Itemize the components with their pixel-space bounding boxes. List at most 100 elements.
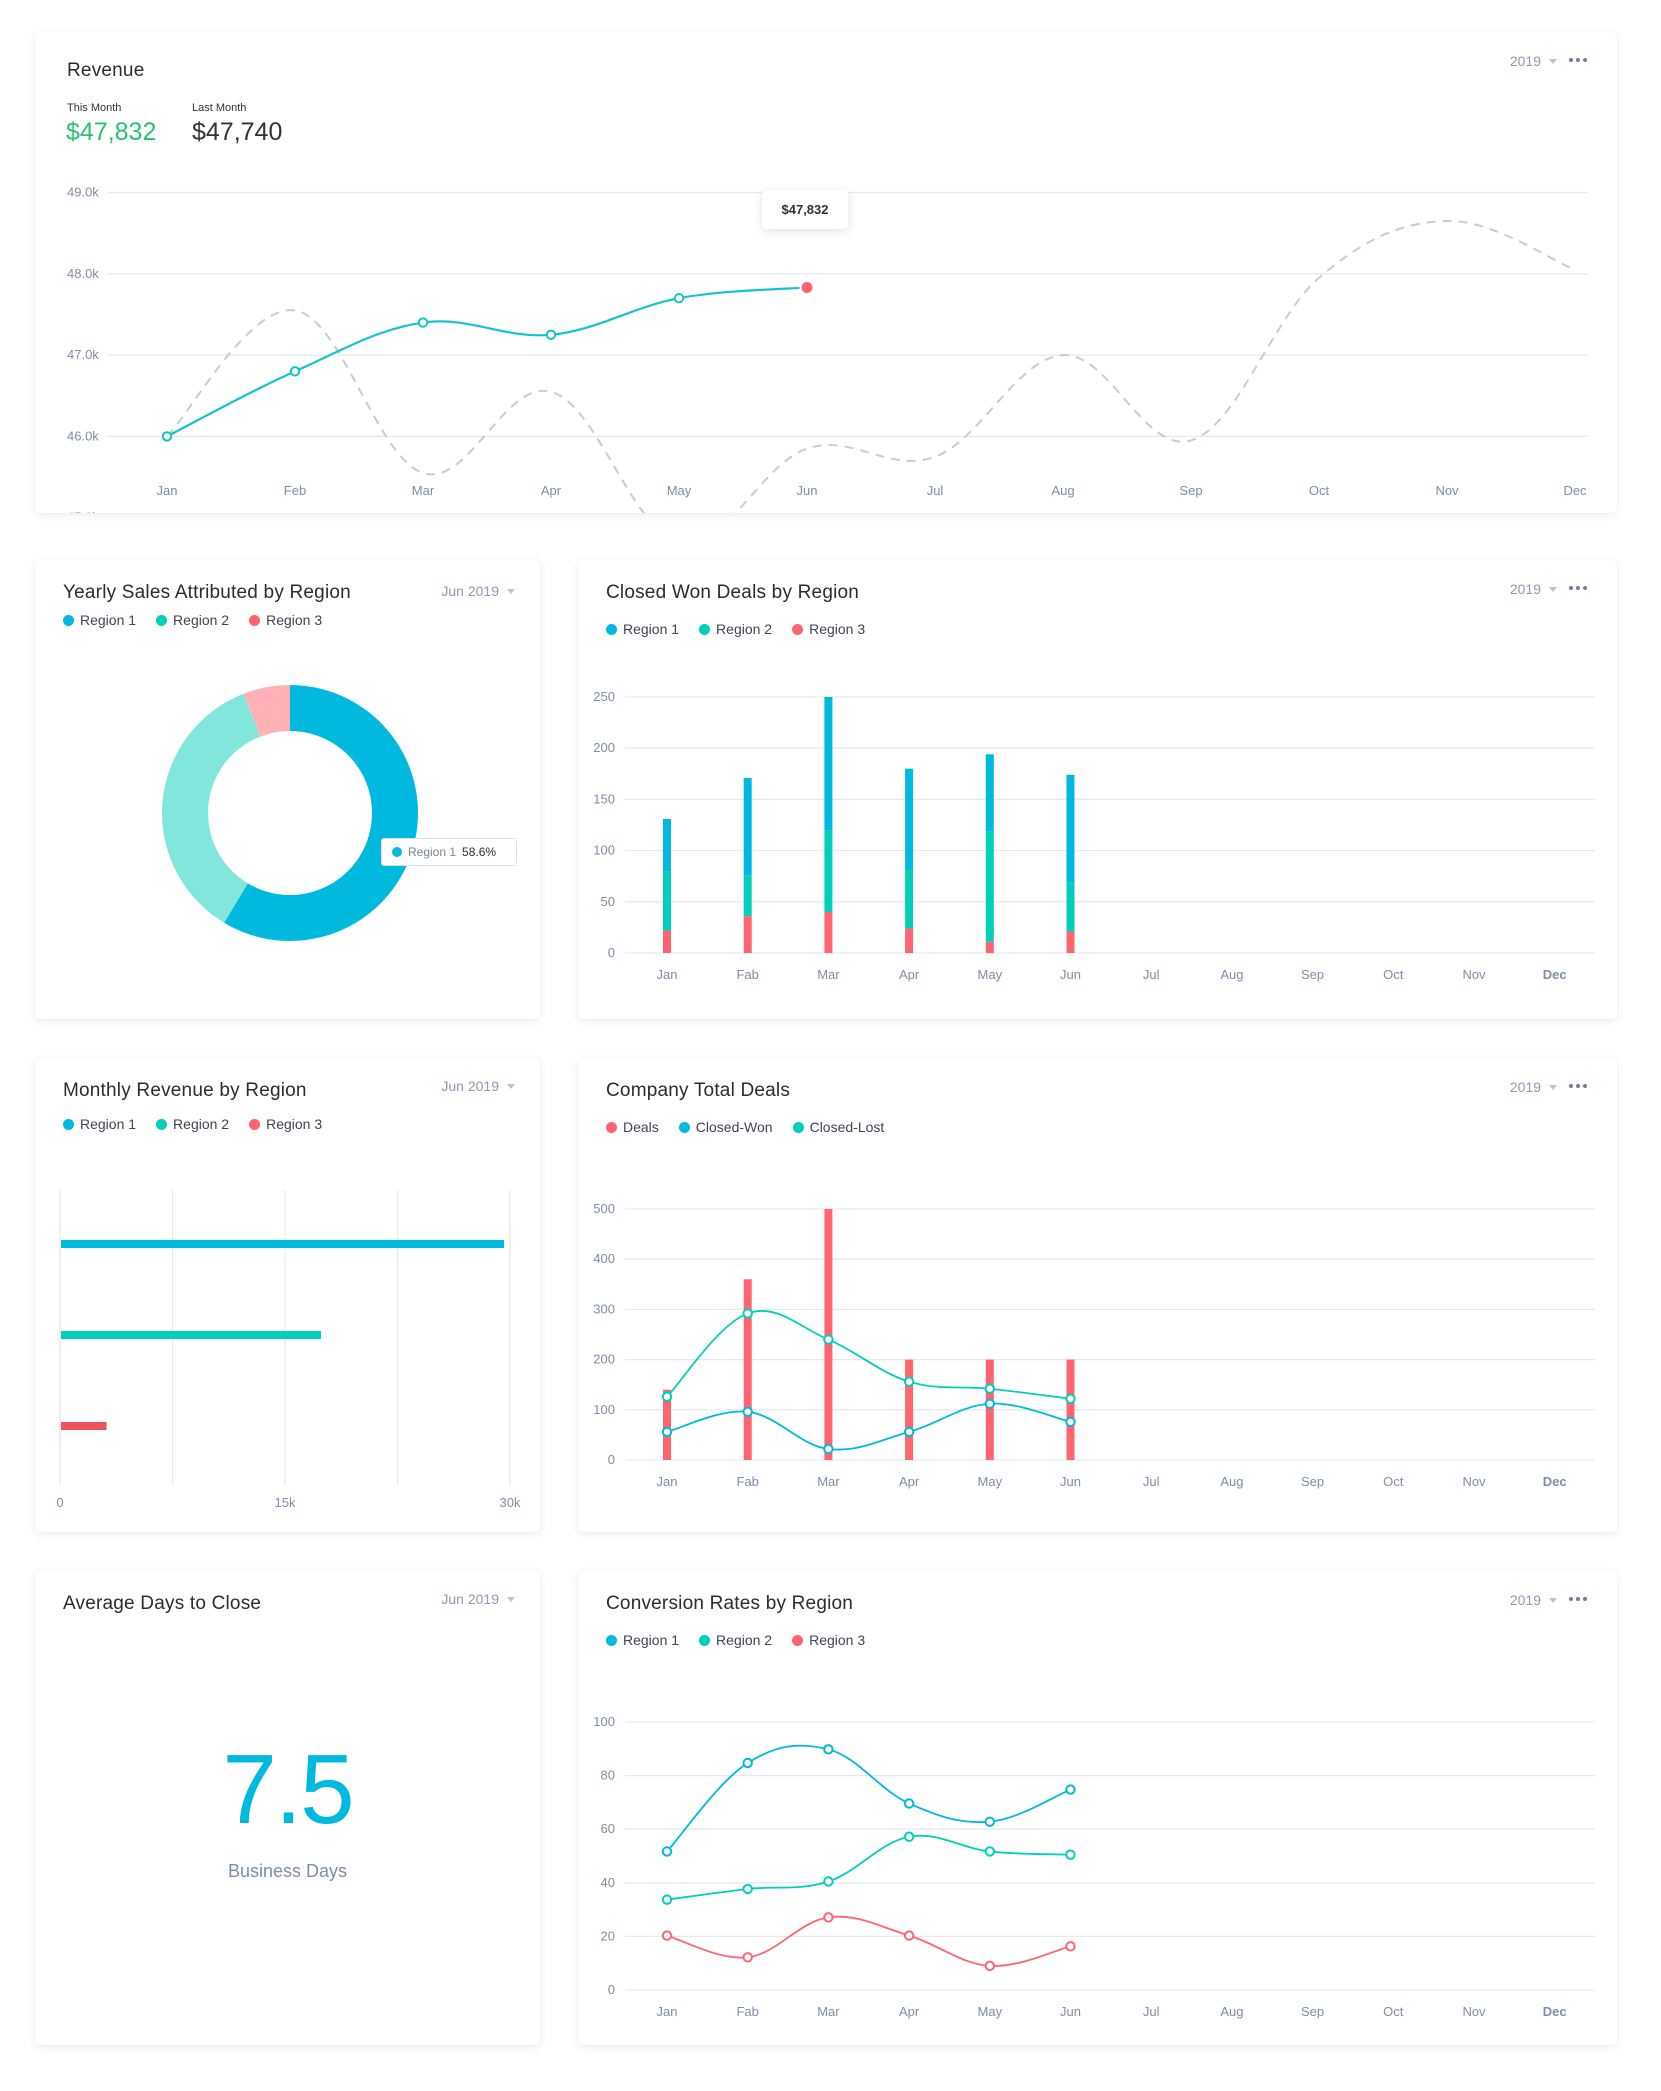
- x-tick-label: Mar: [817, 967, 840, 982]
- data-point: [984, 1383, 995, 1394]
- closed-won-chart: 0 50 100 150 200 250 Jan Fab Mar Apr May Jun Jul Aug S…: [593, 689, 1595, 982]
- bar-segment-region-1: [1066, 774, 1075, 883]
- x-tick-label: Fab: [736, 1474, 758, 1489]
- x-tick-label: Oct: [1383, 2004, 1404, 2019]
- x-tick-label: Dec: [1543, 2004, 1567, 2019]
- period-dropdown[interactable]: Jun 2019: [441, 1591, 515, 1607]
- period-label: Jun 2019: [441, 1591, 499, 1607]
- y-tick-label: 100: [593, 1714, 615, 1729]
- x-tick-label: Jul: [927, 483, 944, 498]
- x-tick-label: Jun: [1060, 2004, 1081, 2019]
- conversion-card: Conversion Rates by Region 2019 Region 1…: [578, 1571, 1617, 2045]
- x-tick-label: Mar: [817, 2004, 840, 2019]
- data-point: [289, 366, 301, 377]
- x-tick-label: Jan: [657, 967, 678, 982]
- bar-segment-region-1: [905, 768, 914, 870]
- x-tick-label: Oct: [1309, 483, 1330, 498]
- bar-segment-region-1: [663, 818, 671, 872]
- bar-region-3: [61, 1422, 107, 1430]
- x-tick-label: Fab: [736, 967, 758, 982]
- x-tick-label: Sep: [1179, 483, 1202, 498]
- bar-segment-region-3: [1066, 931, 1075, 953]
- company-deals-chart: 0 100 200 300 400 500 Jan Fab Mar Apr May Jun Jul Aug…: [593, 1201, 1595, 1489]
- data-point: [984, 1846, 995, 1857]
- x-tick-label: Jan: [657, 1474, 678, 1489]
- legend-dot: [392, 847, 402, 857]
- x-tick-label: May: [667, 483, 692, 498]
- bar-segment-region-1: [985, 754, 994, 832]
- avg-days-unit: Business Days: [227, 1861, 348, 1881]
- data-point: [1065, 1784, 1076, 1795]
- x-tick-label: Mar: [817, 1474, 840, 1489]
- y-tick-label: 60: [601, 1821, 615, 1836]
- data-point: [903, 1376, 915, 1387]
- yearly-sales-card: Yearly Sales Attributed by Region Jun 20…: [35, 560, 540, 1019]
- x-tick-label: Sep: [1301, 1474, 1324, 1489]
- line-region-2: [666, 1834, 1071, 1901]
- bar-region-1: [61, 1240, 504, 1248]
- data-point: [545, 329, 557, 340]
- revenue-chart: 44.0k45.0k46.0k47.0k48.0k49.0kJanFebMarA…: [67, 185, 1588, 513]
- data-point: [742, 1406, 753, 1418]
- x-tick-label: Aug: [1220, 2004, 1243, 2019]
- y-tick-label: 100: [593, 1402, 615, 1417]
- bar-segment-region-2: [663, 871, 671, 931]
- x-tick-label: Aug: [1220, 1474, 1243, 1489]
- x-tick-label: 0: [56, 1495, 63, 1510]
- x-tick-label: Dec: [1543, 1474, 1567, 1489]
- x-tick-label: Dec: [1563, 483, 1587, 498]
- bar-segment-region-2: [985, 831, 994, 942]
- x-tick-label: Jul: [1143, 1474, 1160, 1489]
- y-tick-label: 500: [593, 1201, 615, 1216]
- line-closed-lost: [666, 1310, 1071, 1400]
- y-tick-label: 46.0k: [67, 428, 99, 443]
- data-point: [742, 1952, 753, 1963]
- bar-segment-region-2: [905, 869, 914, 929]
- y-tick-label: 80: [601, 1768, 615, 1783]
- highlight-point: [799, 279, 815, 295]
- bar-segment-region-3: [985, 941, 994, 953]
- line-last-year: [166, 219, 1576, 513]
- data-point: [903, 1798, 915, 1809]
- data-point: [903, 1831, 915, 1842]
- y-tick-label: 0: [608, 1452, 615, 1467]
- data-point: [823, 1443, 834, 1455]
- x-tick-label: Mar: [412, 483, 435, 498]
- x-tick-label: Apr: [899, 967, 920, 982]
- bar-segment-region-2: [743, 875, 752, 917]
- data-point: [661, 1426, 673, 1438]
- bar-deals: [985, 1359, 994, 1460]
- y-tick-label: 250: [593, 689, 615, 704]
- y-tick-label: 150: [593, 791, 615, 806]
- x-tick-label: Nov: [1462, 967, 1486, 982]
- x-tick-label: Oct: [1383, 1474, 1404, 1489]
- line-closed-won: [666, 1402, 1071, 1451]
- data-point: [903, 1930, 915, 1941]
- x-tick-label: Nov: [1435, 483, 1459, 498]
- line-region-3: [666, 1915, 1071, 1967]
- tooltip-value: 58.6%: [462, 845, 497, 859]
- x-tick-label: Apr: [899, 1474, 920, 1489]
- donut-chart: [162, 685, 419, 941]
- revenue-card: Revenue This Month $47,832 Last Month $4…: [35, 32, 1617, 513]
- data-point: [1065, 1393, 1076, 1404]
- data-point: [661, 1894, 673, 1905]
- y-tick-label: 200: [593, 740, 615, 755]
- bar-segment-region-3: [743, 916, 752, 953]
- bar-region-2: [61, 1331, 321, 1339]
- data-point: [823, 1876, 834, 1887]
- bar-deals: [1066, 1359, 1075, 1460]
- bar-segment-region-2: [824, 830, 833, 913]
- y-tick-label: 0: [608, 1982, 615, 1997]
- x-tick-label: Fab: [736, 2004, 758, 2019]
- x-tick-label: Sep: [1301, 967, 1324, 982]
- data-point: [1065, 1849, 1076, 1860]
- data-point: [161, 431, 173, 442]
- bar-segment-region-1: [743, 777, 752, 876]
- data-point: [742, 1308, 753, 1319]
- bar-deals: [905, 1359, 914, 1460]
- y-tick-label: 20: [601, 1928, 615, 1943]
- y-tick-label: 200: [593, 1352, 615, 1367]
- data-point: [823, 1334, 834, 1345]
- x-tick-label: 15k: [275, 1495, 296, 1510]
